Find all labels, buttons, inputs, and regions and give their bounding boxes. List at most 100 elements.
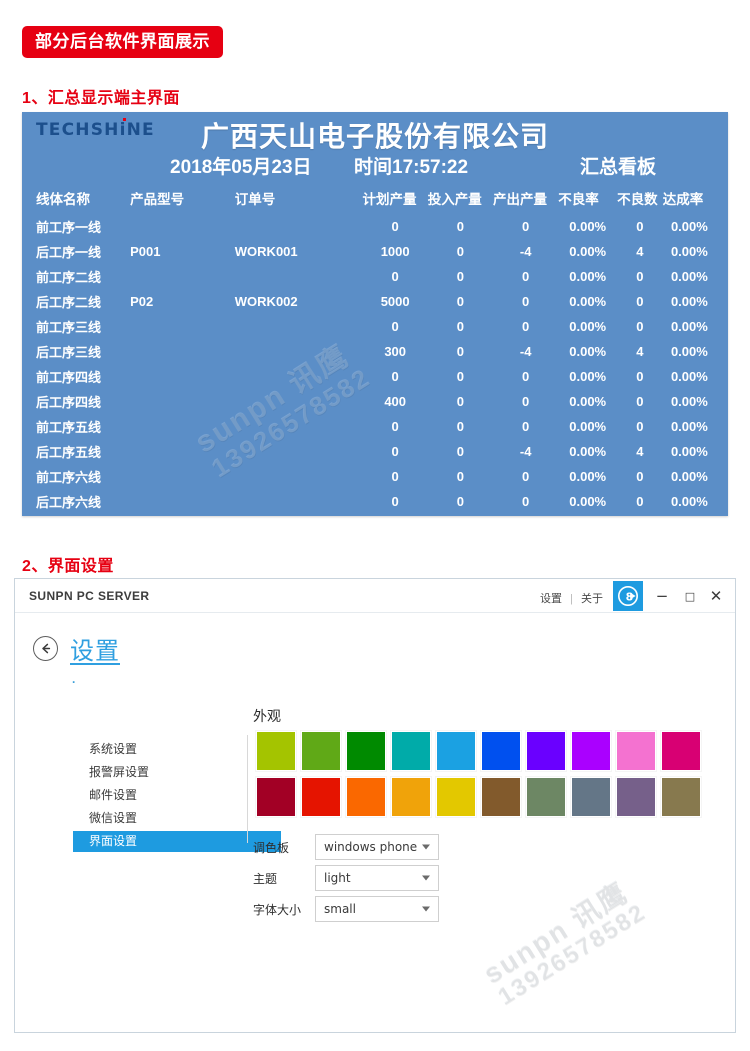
color-swatch-8[interactable] (616, 731, 656, 771)
color-swatch-3[interactable] (391, 731, 431, 771)
color-swatch-4[interactable] (436, 731, 476, 771)
cell-model (130, 339, 235, 364)
color-swatch-18[interactable] (616, 777, 656, 817)
cell-achieve: 0.00% (670, 469, 708, 484)
color-swatch-16[interactable] (526, 777, 566, 817)
cell-input: 0 (456, 344, 465, 359)
cell-input: 0 (456, 294, 465, 309)
sidebar-item-0[interactable]: 系统设置 (73, 739, 281, 760)
cell-order (235, 214, 363, 239)
page-root: 部分后台软件界面展示 1、汇总显示端主界面 TECHSHiNE 广西天山电子股份… (0, 0, 750, 1051)
cell-input: 0 (456, 469, 465, 484)
minimize-button[interactable]: − (649, 583, 675, 609)
cell-output: -4 (519, 244, 532, 259)
cell-achieve: 0.00% (670, 269, 708, 284)
cell-model: P02 (130, 294, 154, 309)
table-row: 后工序三线 300 0 -4 0.00% 4 0.00% (22, 339, 728, 364)
table-row: 前工序二线 0 0 0 0.00% 0 0.00% (22, 264, 728, 289)
cell-input: 0 (456, 369, 465, 384)
table-row: 后工序四线 400 0 0 0.00% 0 0.00% (22, 389, 728, 414)
chevron-down-icon (422, 844, 430, 850)
color-swatch-12[interactable] (346, 777, 386, 817)
maximize-button[interactable]: □ (677, 583, 703, 609)
cell-model (130, 439, 235, 464)
cell-input: 0 (456, 494, 465, 509)
dropdown-0[interactable]: windows phone (315, 834, 439, 860)
cell-defects: 0 (636, 219, 644, 234)
sidebar-item-4[interactable]: 界面设置 (73, 831, 281, 852)
cell-defect-rate: 0.00% (569, 469, 607, 484)
window-app-title: SUNPN PC SERVER (29, 589, 150, 603)
cell-planned: 0 (391, 319, 399, 334)
settings-nav-list: 系统设置 报警屏设置 邮件设置 微信设置 界面设置 (73, 739, 281, 854)
titlebar-link-settings[interactable]: 设置 (540, 593, 562, 605)
table-header-row: 线体名称 产品型号 订单号 计划产量 投入产量 产出产量 不良率 不良数 达成率 (22, 184, 728, 214)
table-body: 前工序一线 0 0 0 0.00% 0 0.00% 后工序一线 P001 WORK001 1000 0… (22, 214, 728, 514)
color-swatch-6[interactable] (526, 731, 566, 771)
current-date-label: 2018年05月23日 (170, 157, 312, 178)
color-swatch-19[interactable] (661, 777, 701, 817)
field-label-0: 调色板 (253, 840, 290, 855)
cell-line: 后工序五线 (36, 445, 102, 460)
cell-line: 后工序一线 (36, 245, 102, 260)
cell-achieve: 0.00% (670, 344, 708, 359)
sidebar-item-1[interactable]: 报警屏设置 (73, 762, 281, 783)
table-row: 前工序三线 0 0 0 0.00% 0 0.00% (22, 314, 728, 339)
current-time-label: 时间17:57:22 (354, 157, 469, 178)
color-swatch-11[interactable] (301, 777, 341, 817)
cell-output: 0 (522, 419, 530, 434)
cell-output: 0 (522, 219, 530, 234)
cell-order (235, 414, 363, 439)
titlebar-link-about[interactable]: 关于 (581, 593, 603, 605)
close-button[interactable]: ✕ (703, 583, 729, 609)
color-swatch-9[interactable] (661, 731, 701, 771)
color-swatch-13[interactable] (391, 777, 431, 817)
table-row: 前工序五线 0 0 0 0.00% 0 0.00% (22, 414, 728, 439)
company-name-title: 广西天山电子股份有限公司 (200, 121, 549, 152)
color-swatch-17[interactable] (571, 777, 611, 817)
cell-defect-rate: 0.00% (569, 369, 607, 384)
color-swatch-1[interactable] (301, 731, 341, 771)
cell-output: 0 (522, 269, 530, 284)
color-swatch-10[interactable] (256, 777, 296, 817)
table-row: 前工序一线 0 0 0 0.00% 0 0.00% (22, 214, 728, 239)
color-swatch-0[interactable] (256, 731, 296, 771)
cell-line: 前工序三线 (36, 320, 102, 335)
cell-line: 前工序一线 (36, 220, 102, 235)
titlebar-links: 设置 | 关于 (540, 590, 603, 606)
sidebar-item-2[interactable]: 邮件设置 (73, 785, 281, 806)
dropdown-2[interactable]: small (315, 896, 439, 922)
cell-input: 0 (456, 394, 465, 409)
color-swatch-14[interactable] (436, 777, 476, 817)
dropdown-1[interactable]: light (315, 865, 439, 891)
color-swatch-2[interactable] (346, 731, 386, 771)
cell-input: 0 (456, 419, 465, 434)
cell-planned: 5000 (380, 294, 410, 309)
color-swatch-15[interactable] (481, 777, 521, 817)
color-swatch-5[interactable] (481, 731, 521, 771)
cell-order (235, 339, 363, 364)
section-title-1: 1、汇总显示端主界面 (22, 90, 180, 107)
color-swatch-grid (256, 731, 701, 817)
cell-line: 前工序四线 (36, 370, 102, 385)
cell-line: 后工序二线 (36, 295, 102, 310)
table-row: 前工序六线 0 0 0 0.00% 0 0.00% (22, 464, 728, 489)
sunpn-logo-icon[interactable]: 8 (613, 581, 643, 611)
titlebar-link-separator: | (570, 593, 573, 605)
column-header-order: 订单号 (234, 192, 276, 207)
cell-defects: 0 (636, 419, 644, 434)
table-row: 后工序二线 P02 WORK002 5000 0 0 0.00% 0 0.00% (22, 289, 728, 314)
field-row-2: 字体大小 small (253, 894, 439, 924)
color-swatch-7[interactable] (571, 731, 611, 771)
cell-achieve: 0.00% (670, 419, 708, 434)
back-arrow-icon[interactable] (33, 636, 58, 661)
summary-dashboard-panel: TECHSHiNE 广西天山电子股份有限公司 2018年05月23日 时间17:… (22, 112, 728, 516)
cell-achieve: 0.00% (670, 444, 708, 459)
sidebar-item-3[interactable]: 微信设置 (73, 808, 281, 829)
cell-defects: 0 (636, 294, 644, 309)
appearance-field-list: 调色板 windows phone 主题 light 字体大小 small (253, 832, 439, 925)
chevron-down-icon (422, 875, 430, 881)
cell-model (130, 464, 235, 489)
dropdown-value-1: light (324, 871, 351, 885)
cell-input: 0 (456, 444, 465, 459)
